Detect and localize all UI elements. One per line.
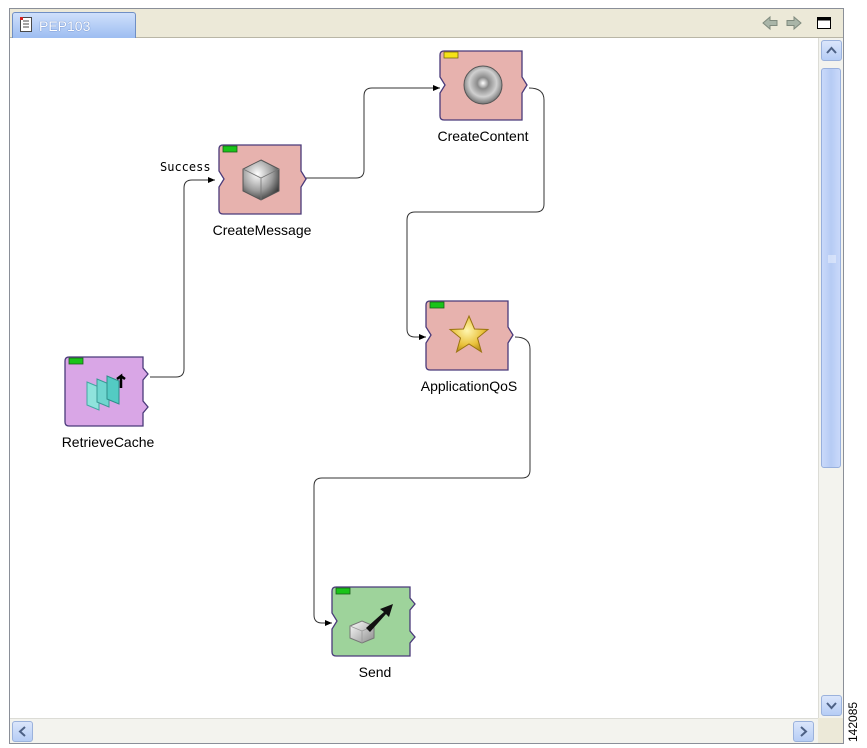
- scroll-right-button[interactable]: [793, 721, 814, 742]
- send-arrow-icon: [349, 604, 393, 644]
- view-controls: [753, 11, 843, 35]
- connection-label-success: Success: [160, 160, 211, 174]
- tab-pep103[interactable]: PEP103: [12, 12, 136, 38]
- cache-pages-icon: [86, 373, 126, 411]
- node-label: RetrieveCache: [61, 434, 155, 450]
- scroll-down-button[interactable]: [821, 695, 842, 716]
- scroll-left-button[interactable]: [12, 721, 33, 742]
- node-create-content[interactable]: CreateContent: [437, 50, 529, 144]
- vertical-scroll-thumb[interactable]: [821, 68, 841, 468]
- node-create-message[interactable]: CreateMessage: [213, 144, 311, 238]
- node-application-qos[interactable]: ApplicationQoS: [421, 300, 517, 394]
- maximize-icon[interactable]: [815, 14, 833, 32]
- node-label: CreateContent: [437, 128, 529, 144]
- scrollbar-corner: [818, 718, 843, 743]
- sphere-icon: [463, 65, 503, 105]
- arrow-left-icon[interactable]: [761, 14, 779, 32]
- scroll-up-button[interactable]: [821, 40, 842, 61]
- connector-retrievecache-createmessage: [150, 177, 215, 378]
- horizontal-scrollbar[interactable]: [10, 718, 818, 743]
- chevron-down-icon: [826, 702, 837, 710]
- node-label: CreateMessage: [212, 222, 312, 238]
- star-icon: [448, 314, 490, 354]
- flow-canvas[interactable]: Success RetrieveCache CreateMessage Crea…: [10, 38, 818, 718]
- document-icon: [20, 17, 32, 32]
- node-retrieve-cache[interactable]: RetrieveCache: [62, 356, 154, 450]
- chevron-left-icon: [18, 726, 26, 737]
- node-label: ApplicationQoS: [420, 378, 518, 394]
- vertical-scrollbar[interactable]: [818, 38, 843, 718]
- arrow-right-icon[interactable]: [785, 14, 803, 32]
- tab-title: PEP103: [39, 18, 91, 34]
- tab-bar: PEP103: [10, 9, 843, 38]
- figure-number: 142085: [846, 701, 860, 742]
- chevron-up-icon: [826, 46, 837, 54]
- cube-icon: [242, 159, 280, 201]
- editor-window: PEP103 Success RetrieveCache CreateMessa…: [9, 8, 844, 744]
- node-send[interactable]: Send: [330, 586, 420, 680]
- node-label: Send: [358, 664, 392, 680]
- grip-icon: [828, 255, 836, 263]
- chevron-right-icon: [800, 726, 808, 737]
